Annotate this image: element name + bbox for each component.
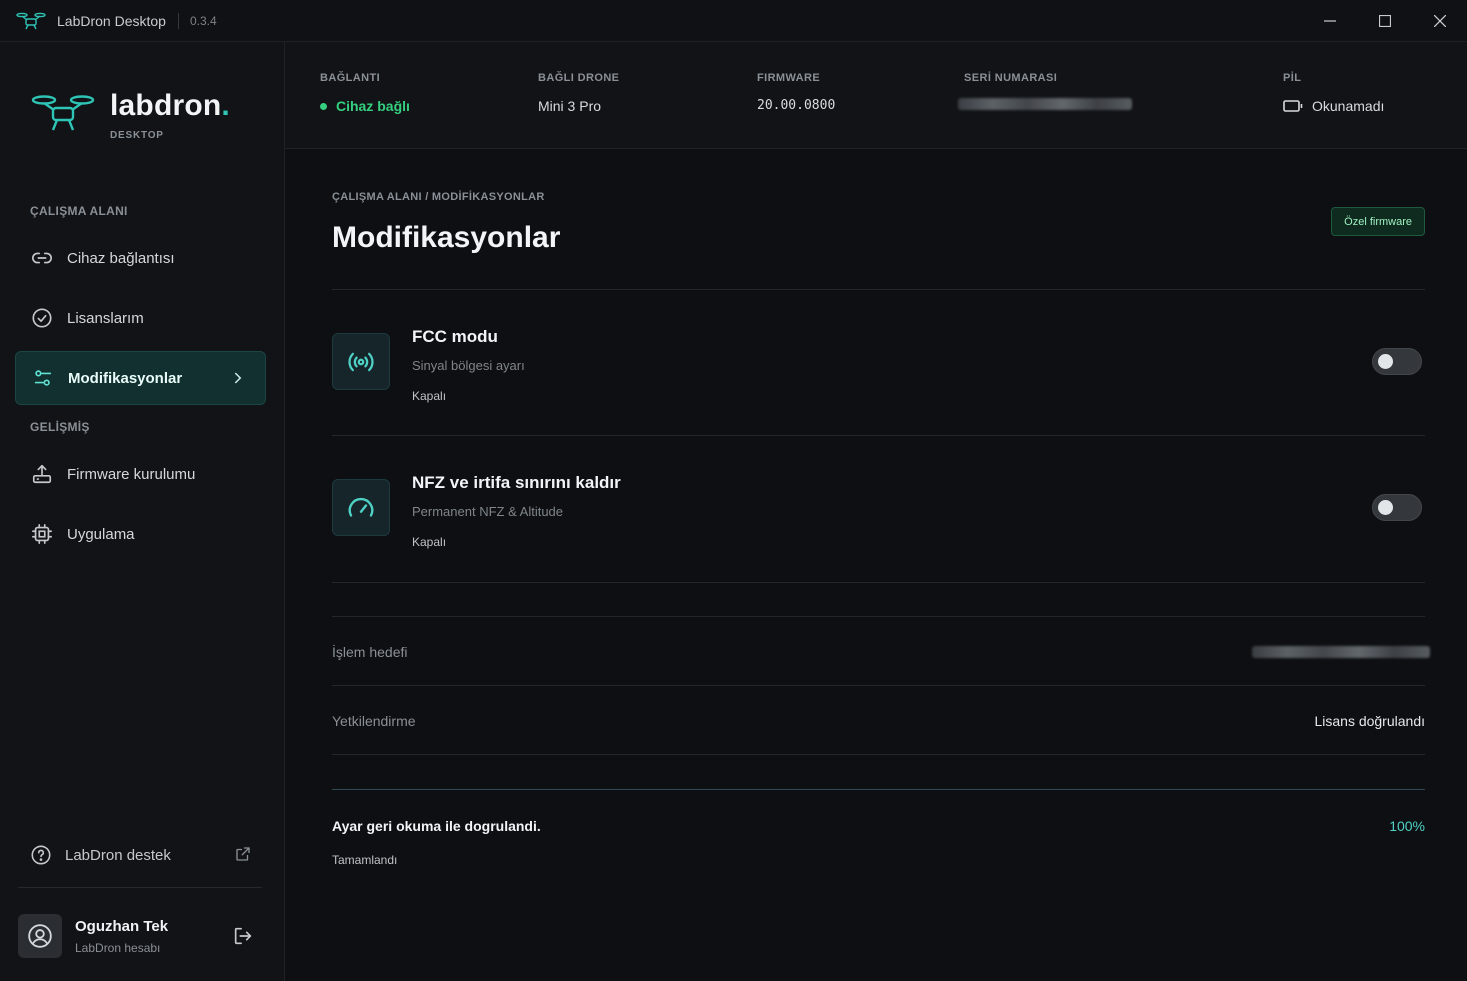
progress-percent: 100% bbox=[1389, 818, 1425, 834]
mod-title: FCC modu bbox=[412, 327, 498, 346]
user-name: Oguzhan Tek bbox=[75, 917, 169, 935]
maximize-button[interactable] bbox=[1357, 0, 1412, 42]
nfz-toggle[interactable] bbox=[1372, 494, 1422, 521]
fcc-toggle[interactable] bbox=[1372, 348, 1422, 375]
section-label-workspace: ÇALIŞMA ALANI bbox=[30, 204, 128, 218]
section-label-advanced: GELİŞMİŞ bbox=[30, 420, 90, 434]
close-button[interactable] bbox=[1412, 0, 1467, 42]
toggle-knob bbox=[1378, 500, 1393, 515]
drone-logo-icon bbox=[31, 95, 95, 131]
progress-message: Ayar geri okuma ile dogrulandi. bbox=[332, 818, 541, 834]
info-value: Lisans doğrulandı bbox=[1314, 713, 1425, 729]
status-drone: BAĞLI DRONE Mini 3 Pro bbox=[538, 72, 619, 114]
sidebar-item-modifications[interactable]: Modifikasyonlar bbox=[15, 351, 266, 405]
sidebar-item-application[interactable]: Uygulama bbox=[15, 507, 266, 561]
brand-name: labdron bbox=[110, 89, 222, 122]
maximize-icon bbox=[1378, 15, 1391, 27]
mod-subtitle: Sinyal bölgesi ayarı bbox=[412, 358, 525, 373]
user-panel: Oguzhan Tek LabDron hesabı bbox=[18, 913, 262, 959]
info-row-authorization: Yetkilendirme Lisans doğrulandı bbox=[332, 687, 1425, 755]
close-icon bbox=[1433, 15, 1446, 27]
status-battery: PİL Okunamadı bbox=[1283, 72, 1384, 114]
app-title: LabDron Desktop bbox=[57, 12, 166, 29]
mod-state: Kapalı bbox=[412, 389, 447, 403]
sidebar-item-label: Cihaz bağlantısı bbox=[67, 249, 175, 267]
window-controls bbox=[1302, 0, 1467, 42]
divider bbox=[332, 582, 1425, 583]
divider bbox=[332, 754, 1425, 755]
status-firmware: FIRMWARE 20.00.0800 bbox=[757, 72, 835, 113]
chip-icon bbox=[30, 522, 54, 546]
status-label: PİL bbox=[1283, 72, 1302, 84]
sidebar-divider bbox=[18, 887, 262, 888]
support-label: LabDron destek bbox=[65, 846, 171, 864]
app-version: 0.3.4 bbox=[189, 13, 217, 28]
gauge-icon bbox=[332, 479, 390, 536]
mod-row-fcc: FCC modu Sinyal bölgesi ayarı Kapalı bbox=[332, 289, 1425, 435]
mod-state: Kapalı bbox=[412, 535, 447, 549]
info-key: Yetkilendirme bbox=[332, 713, 416, 729]
breadcrumb: ÇALIŞMA ALANI / MODİFİKASYONLAR bbox=[332, 191, 545, 203]
main-content: ÇALIŞMA ALANI / MODİFİKASYONLAR Modifika… bbox=[285, 149, 1467, 981]
status-label: BAĞLI DRONE bbox=[538, 72, 620, 84]
divider bbox=[332, 685, 1425, 686]
sidebar-item-label: Uygulama bbox=[67, 525, 135, 543]
status-connection: BAĞLANTI Cihaz bağlı bbox=[320, 72, 410, 114]
custom-firmware-badge: Özel firmware bbox=[1331, 207, 1425, 236]
drone-logo-icon bbox=[16, 12, 46, 29]
minimize-button[interactable] bbox=[1302, 0, 1357, 42]
firmware-value: 20.00.0800 bbox=[757, 98, 836, 113]
device-status-bar: BAĞLANTI Cihaz bağlı BAĞLI DRONE Mini 3 … bbox=[285, 42, 1467, 149]
avatar[interactable] bbox=[18, 914, 62, 958]
battery-icon bbox=[1283, 100, 1303, 112]
brand: labdron. DESKTOP bbox=[30, 89, 230, 141]
user-icon bbox=[28, 924, 52, 948]
status-label: FIRMWARE bbox=[757, 72, 821, 84]
sidebar-item-label: Lisanslarım bbox=[67, 309, 144, 327]
title-separator bbox=[177, 12, 179, 29]
sidebar-item-label: Firmware kurulumu bbox=[67, 465, 196, 483]
chevron-right-icon bbox=[235, 372, 242, 384]
info-row-target: İşlem hedefi bbox=[332, 618, 1430, 686]
brand-subtitle: DESKTOP bbox=[110, 130, 164, 141]
broadcast-icon bbox=[332, 333, 390, 390]
support-link[interactable]: LabDron destek bbox=[30, 842, 252, 868]
user-account-label: LabDron hesabı bbox=[75, 940, 161, 955]
help-circle-icon bbox=[31, 845, 51, 865]
sliders-icon bbox=[31, 366, 55, 390]
status-dot-icon bbox=[320, 102, 327, 110]
title-bar: LabDron Desktop 0.3.4 bbox=[0, 0, 1467, 42]
info-key: İşlem hedefi bbox=[332, 644, 408, 660]
minimize-icon bbox=[1323, 20, 1336, 22]
upload-icon bbox=[30, 462, 54, 486]
status-label: BAĞLANTI bbox=[320, 72, 381, 84]
divider bbox=[332, 616, 1425, 617]
toggle-knob bbox=[1378, 354, 1393, 369]
mod-title: NFZ ve irtifa sınırını kaldır bbox=[412, 473, 621, 492]
target-value-redacted bbox=[1252, 646, 1430, 658]
sidebar: labdron. DESKTOP ÇALIŞMA ALANI Cihaz bağ… bbox=[0, 42, 285, 981]
check-circle-icon bbox=[30, 306, 54, 330]
serial-number-redacted bbox=[958, 98, 1132, 110]
brand-dot: . bbox=[221, 89, 230, 122]
page-title: Modifikasyonlar bbox=[332, 221, 561, 254]
progress-bar bbox=[332, 789, 1425, 790]
sidebar-item-licenses[interactable]: Lisanslarım bbox=[15, 291, 266, 345]
drone-value: Mini 3 Pro bbox=[538, 98, 602, 114]
connection-value: Cihaz bağlı bbox=[336, 98, 410, 114]
sidebar-item-device-connection[interactable]: Cihaz bağlantısı bbox=[15, 231, 266, 285]
battery-value: Okunamadı bbox=[1312, 98, 1385, 114]
logout-icon[interactable] bbox=[232, 925, 254, 947]
sidebar-item-label: Modifikasyonlar bbox=[68, 369, 183, 387]
status-label: SERİ NUMARASI bbox=[964, 72, 1058, 84]
mod-row-nfz: NFZ ve irtifa sınırını kaldır Permanent … bbox=[332, 435, 1425, 581]
mod-subtitle: Permanent NFZ & Altitude bbox=[412, 504, 564, 519]
external-link-icon bbox=[236, 847, 250, 861]
sidebar-item-firmware-install[interactable]: Firmware kurulumu bbox=[15, 447, 266, 501]
link-icon bbox=[30, 246, 54, 270]
progress-state: Tamamlandı bbox=[332, 853, 398, 867]
status-serial: SERİ NUMARASI bbox=[958, 72, 1132, 110]
